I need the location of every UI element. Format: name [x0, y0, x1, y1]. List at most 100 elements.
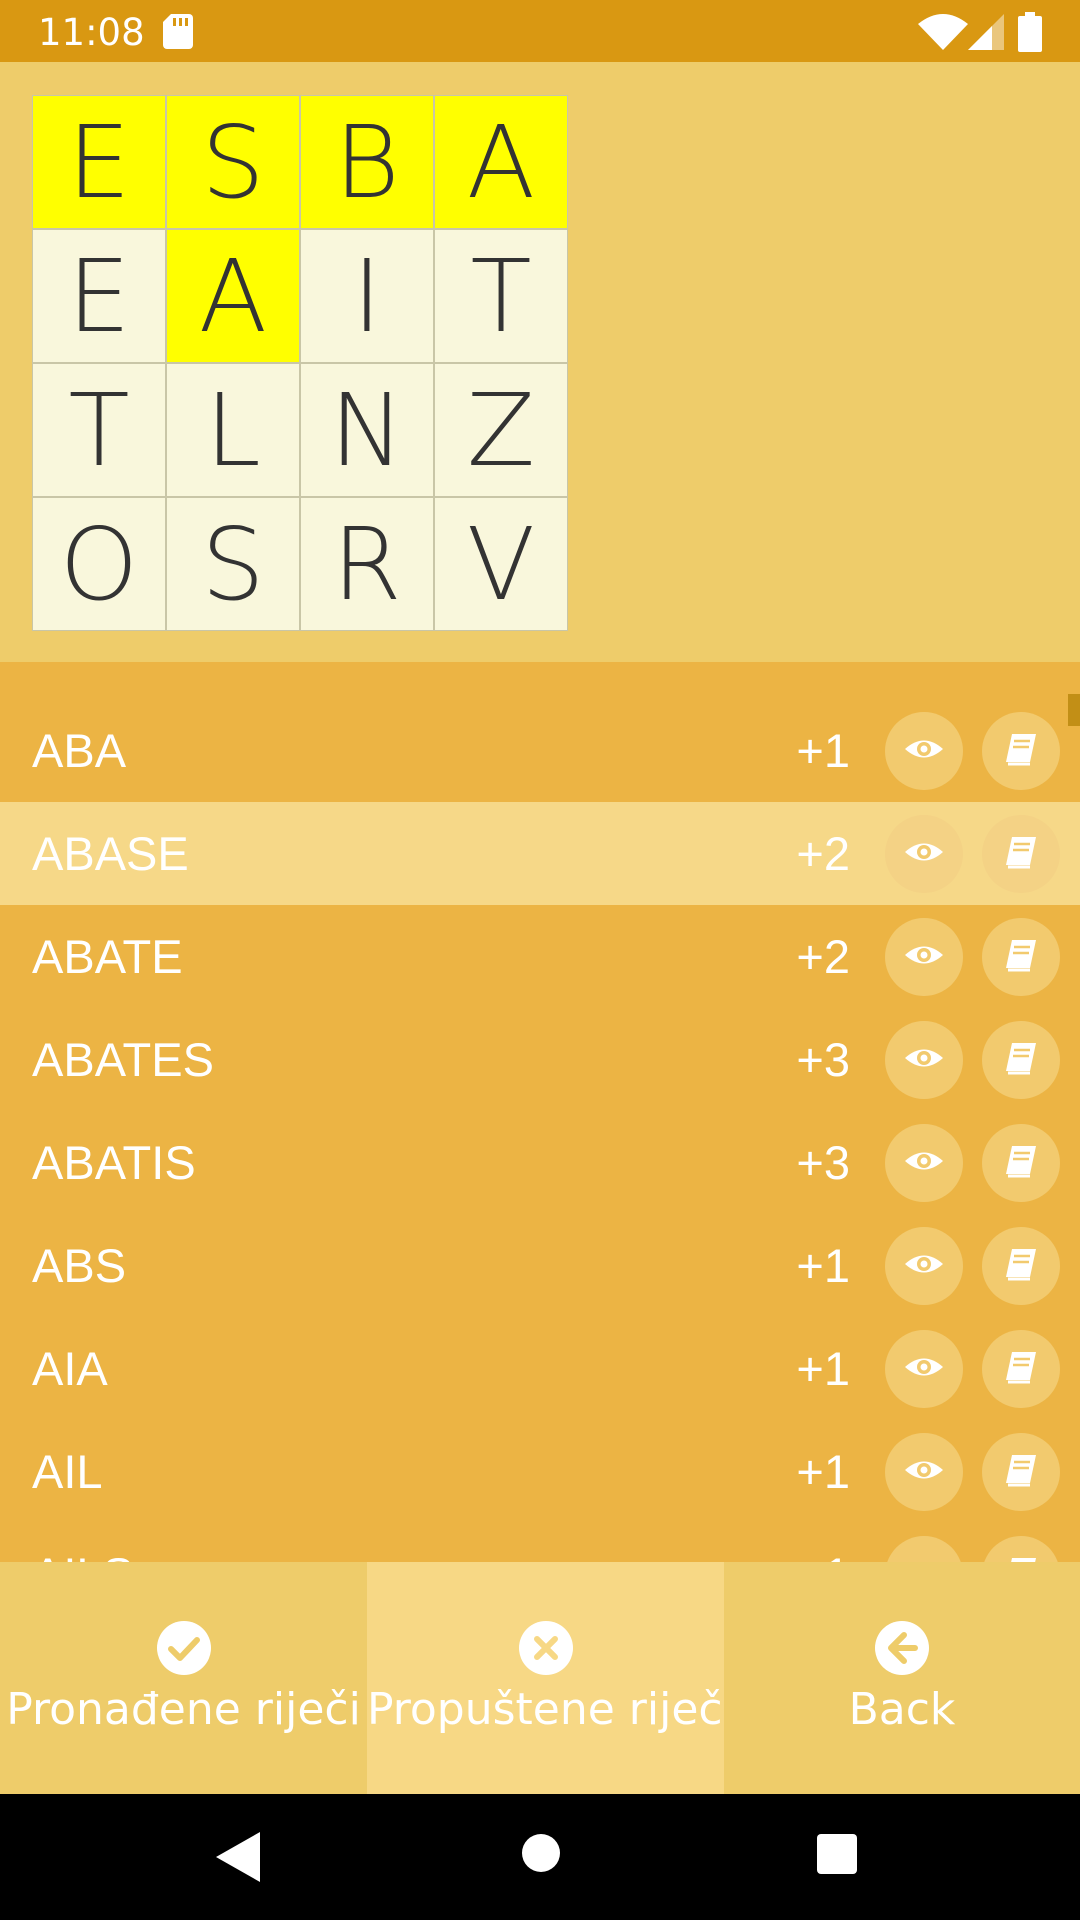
word-text: ABATES	[32, 1033, 214, 1086]
found-words-label: Pronađene riječi	[6, 1684, 361, 1735]
bottom-navigation: Pronađene riječi Propuštene riječi Back	[0, 1562, 1080, 1794]
board-cell[interactable]: O	[32, 497, 166, 631]
word-text: ABS	[32, 1239, 127, 1292]
board-area: ESBAEAITTLNZOSRV	[0, 62, 1080, 662]
word-row[interactable]: ABS +1	[0, 1214, 1080, 1317]
word-row[interactable]: AIA +1	[0, 1317, 1080, 1420]
word-row[interactable]: ABASE +2	[0, 802, 1080, 905]
book-icon	[1000, 831, 1042, 878]
word-score: +3	[796, 1136, 850, 1189]
dictionary-button[interactable]	[982, 712, 1060, 790]
show-word-button[interactable]	[885, 918, 963, 996]
wifi-icon	[918, 14, 968, 50]
word-text: AILS	[32, 1523, 134, 1562]
show-word-button[interactable]	[885, 1536, 963, 1562]
show-word-button[interactable]	[885, 712, 963, 790]
book-icon	[1000, 1037, 1042, 1084]
show-word-button[interactable]	[885, 1021, 963, 1099]
board-cell[interactable]: L	[166, 363, 300, 497]
found-words-button[interactable]: Pronađene riječi	[0, 1562, 367, 1794]
missed-words-label: Propuštene riječi	[367, 1684, 724, 1735]
word-score: +3	[796, 1033, 850, 1086]
close-circle-icon	[518, 1621, 573, 1675]
show-word-button[interactable]	[885, 1227, 963, 1305]
eye-icon	[903, 1140, 945, 1187]
word-score: +1	[796, 1523, 850, 1562]
eye-icon	[903, 1449, 945, 1496]
board-cell[interactable]: E	[32, 229, 166, 363]
eye-icon	[903, 831, 945, 878]
board-cell[interactable]: V	[434, 497, 568, 631]
dictionary-button[interactable]	[982, 1536, 1060, 1562]
word-text: ABASE	[32, 827, 189, 880]
word-list[interactable]: ABA +1 ABASE +2 ABATE +2 ABATES +3 ABATIS +3 ABS +1…	[0, 662, 1080, 1562]
word-score: +1	[796, 1239, 850, 1292]
board-cell[interactable]: S	[166, 497, 300, 631]
book-icon	[1000, 1243, 1042, 1290]
signal-icon	[968, 14, 1004, 50]
word-score: +1	[796, 1445, 850, 1498]
book-icon	[1000, 1552, 1042, 1562]
word-row[interactable]: ABA +1	[0, 699, 1080, 802]
book-icon	[1000, 1140, 1042, 1187]
system-back-icon[interactable]	[216, 1832, 260, 1882]
board-cell[interactable]: T	[32, 363, 166, 497]
check-circle-icon	[156, 1621, 211, 1675]
status-time: 11:08	[38, 11, 145, 54]
word-row[interactable]: ABATIS +3	[0, 1111, 1080, 1214]
eye-icon	[903, 1037, 945, 1084]
word-score: +1	[796, 724, 850, 777]
word-score: +2	[796, 930, 850, 983]
board-cell[interactable]: A	[434, 95, 568, 229]
system-home-icon[interactable]	[522, 1834, 560, 1872]
book-icon	[1000, 934, 1042, 981]
board-cell[interactable]: B	[300, 95, 434, 229]
word-text: AIA	[32, 1342, 108, 1395]
dictionary-button[interactable]	[982, 1124, 1060, 1202]
show-word-button[interactable]	[885, 1433, 963, 1511]
eye-icon	[903, 1552, 945, 1563]
status-bar: 11:08	[0, 0, 1080, 62]
dictionary-button[interactable]	[982, 815, 1060, 893]
word-text: ABA	[32, 724, 127, 777]
board-cell[interactable]: T	[434, 229, 568, 363]
back-label: Back	[848, 1684, 956, 1735]
word-row[interactable]: ABATES +3	[0, 1008, 1080, 1111]
dictionary-button[interactable]	[982, 1433, 1060, 1511]
missed-words-button[interactable]: Propuštene riječi	[367, 1562, 724, 1794]
back-button[interactable]: Back	[724, 1562, 1080, 1794]
board-cell[interactable]: N	[300, 363, 434, 497]
sd-card-icon	[163, 14, 193, 49]
word-score: +1	[796, 1342, 850, 1395]
battery-icon	[1018, 12, 1042, 52]
board-cell[interactable]: R	[300, 497, 434, 631]
system-navigation-bar	[0, 1794, 1080, 1920]
show-word-button[interactable]	[885, 1124, 963, 1202]
word-row[interactable]: AILS +1	[0, 1523, 1080, 1562]
dictionary-button[interactable]	[982, 1021, 1060, 1099]
eye-icon	[903, 934, 945, 981]
board-cell[interactable]: S	[166, 95, 300, 229]
board-cell[interactable]: E	[32, 95, 166, 229]
board-cell[interactable]: I	[300, 229, 434, 363]
dictionary-button[interactable]	[982, 1227, 1060, 1305]
word-text: ABATE	[32, 930, 183, 983]
eye-icon	[903, 728, 945, 775]
dictionary-button[interactable]	[982, 1330, 1060, 1408]
letter-board: ESBAEAITTLNZOSRV	[32, 95, 568, 631]
show-word-button[interactable]	[885, 1330, 963, 1408]
book-icon	[1000, 1449, 1042, 1496]
dictionary-button[interactable]	[982, 918, 1060, 996]
word-row[interactable]: ABATE +2	[0, 905, 1080, 1008]
system-recents-icon[interactable]	[817, 1834, 857, 1874]
word-score: +2	[796, 827, 850, 880]
word-row[interactable]: AIL +1	[0, 1420, 1080, 1523]
book-icon	[1000, 728, 1042, 775]
eye-icon	[903, 1243, 945, 1290]
board-cell[interactable]: Z	[434, 363, 568, 497]
show-word-button[interactable]	[885, 815, 963, 893]
arrow-back-circle-icon	[875, 1621, 929, 1675]
board-cell[interactable]: A	[166, 229, 300, 363]
book-icon	[1000, 1346, 1042, 1393]
eye-icon	[903, 1346, 945, 1393]
